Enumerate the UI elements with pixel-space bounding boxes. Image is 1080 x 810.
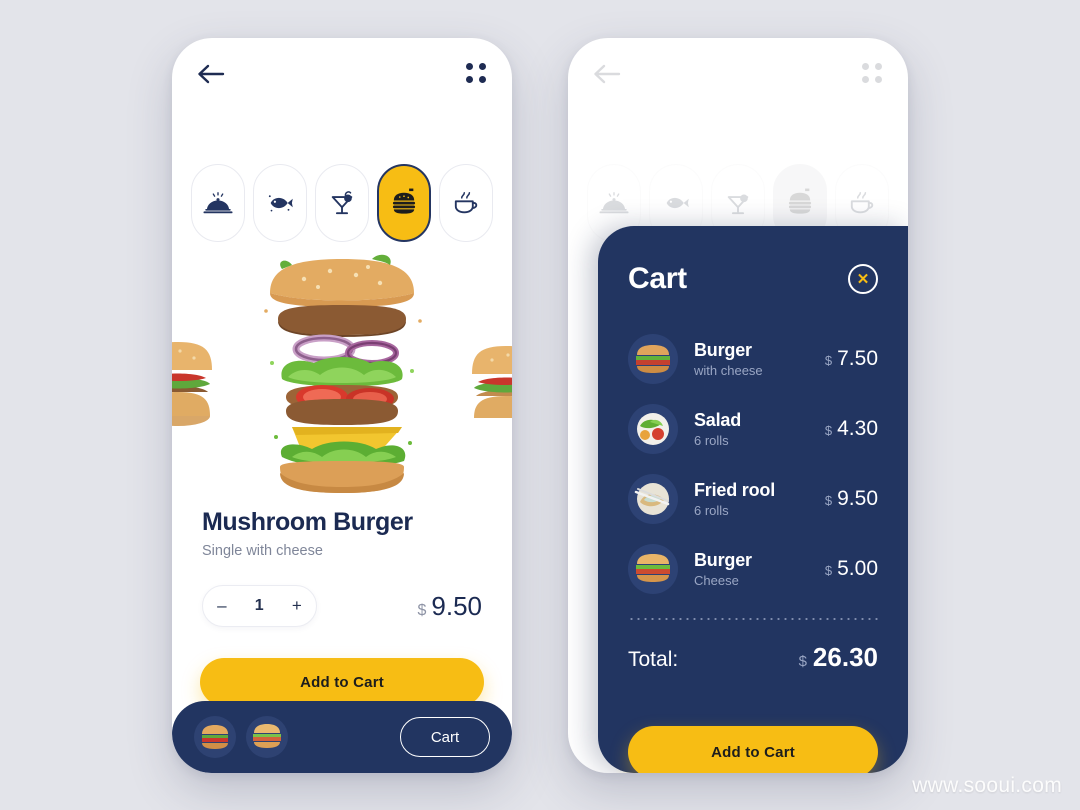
cart-item-amount: 4.30 — [837, 417, 878, 440]
grid-dot — [479, 76, 486, 83]
deconstructed-mushroom-burger — [264, 254, 422, 493]
grid-dot — [875, 63, 882, 70]
bottom-burger-thumb-2[interactable] — [246, 716, 288, 758]
quantity-stepper[interactable]: – 1 + — [202, 585, 317, 627]
cart-total-label: Total: — [628, 648, 679, 671]
cart-item-amount: 7.50 — [837, 347, 878, 370]
cart-item-amount: 9.50 — [837, 487, 878, 510]
cart-item[interactable]: Salad 6 rolls $ 4.30 — [628, 394, 878, 464]
arrow-left-icon — [198, 64, 225, 84]
phone-product-screen: Mushroom Burger Single with cheese – 1 +… — [172, 38, 512, 773]
cart-button[interactable]: Cart — [400, 717, 490, 757]
quantity-value: 1 — [254, 597, 264, 614]
burger-thumb-icon — [628, 544, 678, 594]
cart-panel: Cart ✕ Burger with cheese $ 7.50 Salad 6… — [598, 226, 908, 773]
burger-icon — [392, 188, 416, 214]
cloche-dish-icon — [203, 192, 233, 214]
product-info: Mushroom Burger Single with cheese – 1 +… — [202, 508, 482, 627]
product-price: $ 9.50 — [417, 591, 482, 622]
cart-item-name: Salad — [694, 410, 742, 430]
cart-item-name: Fried rool — [694, 480, 776, 500]
bottom-burger-thumb-1[interactable] — [194, 716, 236, 758]
cart-item-amount: 5.00 — [837, 557, 878, 580]
cart-item[interactable]: Burger with cheese $ 7.50 — [628, 324, 878, 394]
coffee-cup-icon — [454, 192, 478, 214]
add-to-cart-button[interactable]: Add to Cart — [200, 658, 484, 706]
watermark: www.sooui.com — [912, 774, 1062, 797]
price-amount: 9.50 — [431, 590, 482, 621]
cart-item-desc: 6 rolls — [694, 433, 729, 448]
screenshot-stage: Mushroom Burger Single with cheese – 1 +… — [0, 0, 1080, 810]
category-fish[interactable] — [253, 164, 307, 242]
grid-dot — [466, 76, 473, 83]
cart-item-text: Burger Cheese — [694, 550, 825, 588]
cart-item-text: Salad 6 rolls — [694, 410, 825, 448]
cart-item-currency: $ — [824, 563, 833, 578]
quantity-increase-button[interactable]: + — [292, 596, 302, 616]
cart-item-price: $ 5.00 — [825, 557, 878, 581]
cart-item[interactable]: Fried rool 6 rolls $ 9.50 — [628, 464, 878, 534]
cart-total-value: $ 26.30 — [799, 642, 878, 673]
cart-item[interactable]: Burger Cheese $ 5.00 — [628, 534, 878, 604]
cart-item-price: $ 7.50 — [825, 347, 878, 371]
product-hero — [172, 243, 512, 508]
previous-burger-preview[interactable] — [172, 288, 216, 438]
cart-item-price: $ 4.30 — [825, 417, 878, 441]
category-drink[interactable] — [315, 164, 369, 242]
friedroll-thumb-icon — [628, 474, 678, 524]
cart-header: Cart ✕ — [628, 262, 878, 296]
cart-add-to-cart-button[interactable]: Add to Cart — [628, 726, 878, 773]
cart-item-currency: $ — [824, 353, 833, 368]
cart-item-desc: 6 rolls — [694, 503, 729, 518]
grid-dot — [875, 76, 882, 83]
cart-screen-header — [568, 38, 908, 110]
cart-divider — [628, 618, 878, 620]
close-cart-button[interactable]: ✕ — [848, 264, 878, 294]
category-burger[interactable] — [377, 164, 431, 242]
cart-total-row: Total: $ 26.30 — [628, 642, 878, 673]
coffee-cup-icon — [850, 192, 874, 214]
category-coffee[interactable] — [439, 164, 493, 242]
cart-item-text: Burger with cheese — [694, 340, 825, 378]
grid-dot — [466, 63, 473, 70]
product-subtitle: Single with cheese — [202, 543, 323, 559]
grid-menu-icon[interactable] — [466, 63, 488, 85]
back-button[interactable] — [196, 63, 226, 85]
salad-thumb-icon — [628, 404, 678, 454]
cart-total-amount: 26.30 — [812, 642, 878, 672]
cart-item-price: $ 9.50 — [825, 487, 878, 511]
grid-dot — [862, 76, 869, 83]
category-dish[interactable] — [191, 164, 245, 242]
burger-icon — [788, 188, 812, 214]
price-row: – 1 + $ 9.50 — [202, 585, 482, 627]
category-selector — [172, 164, 512, 242]
cart-item-currency: $ — [824, 423, 833, 438]
fish-icon — [268, 195, 293, 212]
cocktail-glass-icon — [727, 194, 749, 215]
cart-total-currency: $ — [798, 653, 807, 670]
burger-thumb-icon — [628, 334, 678, 384]
cart-item-text: Fried rool 6 rolls — [694, 480, 825, 518]
grid-dot — [862, 63, 869, 70]
cloche-dish-icon — [599, 192, 629, 214]
grid-dot — [479, 63, 486, 70]
cart-item-name: Burger — [694, 550, 752, 570]
fish-icon — [666, 197, 689, 209]
cart-item-desc: with cheese — [694, 363, 763, 378]
bottom-bar: Cart — [172, 701, 512, 773]
cocktail-glass-icon — [331, 191, 353, 215]
product-header — [172, 38, 512, 110]
cart-item-name: Burger — [694, 340, 752, 360]
grid-menu-icon[interactable] — [862, 63, 884, 85]
quantity-decrease-button[interactable]: – — [217, 596, 226, 616]
cart-item-currency: $ — [824, 493, 833, 508]
arrow-left-icon[interactable] — [592, 63, 622, 85]
phone-cart-screen: Cart ✕ Burger with cheese $ 7.50 Salad 6… — [568, 38, 908, 773]
cart-item-list: Burger with cheese $ 7.50 Salad 6 rolls … — [628, 324, 878, 604]
price-currency: $ — [417, 601, 427, 619]
cart-item-desc: Cheese — [694, 573, 739, 588]
next-burger-preview[interactable] — [468, 288, 512, 438]
cart-title: Cart — [628, 262, 687, 295]
product-title: Mushroom Burger — [202, 508, 413, 536]
